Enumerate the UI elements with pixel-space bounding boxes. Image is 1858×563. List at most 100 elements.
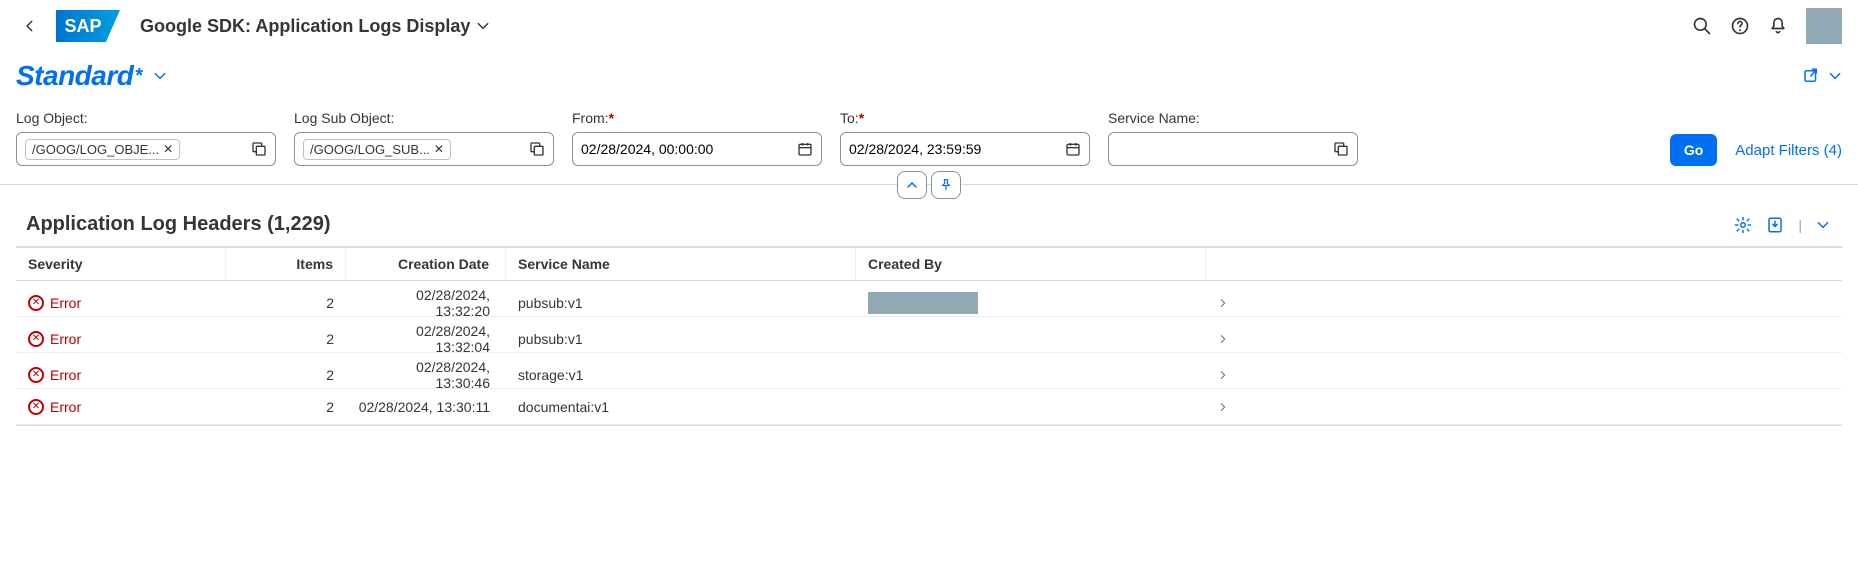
help-icon[interactable] [1730, 16, 1750, 36]
cell-service-name: documentai:v1 [506, 393, 856, 421]
back-button[interactable] [16, 12, 44, 40]
table-row[interactable]: ✕ Error 2 02/28/2024, 13:32:04 pubsub:v1 [16, 317, 1842, 353]
bell-icon[interactable] [1768, 16, 1788, 36]
error-icon: ✕ [28, 331, 44, 347]
adapt-filters-link[interactable]: Adapt Filters (4) [1735, 142, 1842, 159]
error-icon: ✕ [28, 399, 44, 415]
row-nav-button[interactable] [1206, 364, 1246, 386]
filter-log-sub-object: Log Sub Object: /GOOG/LOG_SUB... ✕ [294, 110, 554, 166]
collapse-controls [897, 171, 961, 199]
app-title[interactable]: Google SDK: Application Logs Display [140, 16, 490, 37]
cell-items: 2 [226, 289, 346, 317]
from-input[interactable] [572, 132, 822, 166]
filter-service-name-label: Service Name: [1108, 110, 1358, 126]
token-remove-icon[interactable]: ✕ [434, 142, 444, 156]
log-sub-object-token-text: /GOOG/LOG_SUB... [310, 142, 430, 157]
severity-text: Error [50, 331, 81, 347]
cell-service-name: storage:v1 [506, 361, 856, 389]
separator: | [1798, 217, 1802, 233]
chevron-down-icon [476, 19, 490, 33]
variant-modified-marker: * [135, 65, 143, 88]
from-text-input[interactable] [581, 141, 795, 157]
redacted-block [868, 292, 978, 314]
row-nav-button[interactable] [1206, 328, 1246, 350]
search-icon[interactable] [1692, 16, 1712, 36]
value-help-icon[interactable] [527, 141, 547, 157]
calendar-icon[interactable] [1063, 141, 1083, 157]
cell-creation-date: 02/28/2024, 13:30:11 [346, 393, 506, 421]
cell-created-by [856, 401, 1206, 413]
error-icon: ✕ [28, 367, 44, 383]
variant-actions [1802, 67, 1842, 85]
to-text-input[interactable] [849, 141, 1063, 157]
cell-created-by [856, 369, 1206, 381]
token-remove-icon[interactable]: ✕ [163, 142, 173, 156]
share-dropdown[interactable] [1828, 69, 1842, 83]
avatar[interactable] [1806, 8, 1842, 44]
chevron-right-icon [1218, 298, 1228, 308]
cell-severity: ✕ Error [16, 325, 226, 353]
col-header-service-name[interactable]: Service Name [506, 248, 856, 280]
go-button[interactable]: Go [1670, 134, 1717, 166]
app-title-text: Google SDK: Application Logs Display [140, 16, 470, 37]
table-row[interactable]: ✕ Error 2 02/28/2024, 13:30:11 documenta… [16, 389, 1842, 425]
severity-text: Error [50, 295, 81, 311]
share-icon[interactable] [1802, 67, 1820, 85]
pin-filter-button[interactable] [931, 171, 961, 199]
pin-icon [939, 178, 953, 192]
table-grid: Severity Items Creation Date Service Nam… [16, 246, 1842, 426]
log-object-input[interactable]: /GOOG/LOG_OBJE... ✕ [16, 132, 276, 166]
export-icon[interactable] [1766, 216, 1784, 234]
log-sub-object-text-input[interactable] [451, 141, 527, 157]
cell-created-by [856, 286, 1206, 320]
row-nav-button[interactable] [1206, 292, 1246, 314]
table-section: Application Log Headers (1,229) | Severi… [0, 185, 1858, 426]
col-header-severity[interactable]: Severity [16, 248, 226, 280]
table-row[interactable]: ✕ Error 2 02/28/2024, 13:30:46 storage:v… [16, 353, 1842, 389]
table-body: ✕ Error 2 02/28/2024, 13:32:20 pubsub:v1… [16, 281, 1842, 425]
expand-icon[interactable] [1816, 218, 1830, 232]
table-row[interactable]: ✕ Error 2 02/28/2024, 13:32:20 pubsub:v1 [16, 281, 1842, 317]
chevron-right-icon [1218, 402, 1228, 412]
col-header-created-by[interactable]: Created By [856, 248, 1206, 280]
shell-bar: SAP Google SDK: Application Logs Display [0, 0, 1858, 52]
value-help-icon[interactable] [249, 141, 269, 157]
variant-name[interactable]: Standard [16, 60, 133, 92]
filter-bar: Log Object: /GOOG/LOG_OBJE... ✕ Log Sub … [0, 104, 1858, 185]
row-nav-button[interactable] [1206, 396, 1246, 418]
log-sub-object-input[interactable]: /GOOG/LOG_SUB... ✕ [294, 132, 554, 166]
col-header-nav [1206, 256, 1246, 272]
chevron-left-icon [23, 19, 37, 33]
filter-service-name: Service Name: [1108, 110, 1358, 166]
chevron-up-icon [906, 179, 918, 191]
table-head-row: Severity Items Creation Date Service Nam… [16, 247, 1842, 281]
col-header-items[interactable]: Items [226, 248, 346, 280]
filter-log-sub-object-label: Log Sub Object: [294, 110, 554, 126]
severity-text: Error [50, 367, 81, 383]
variant-dropdown[interactable] [153, 69, 167, 83]
to-input[interactable] [840, 132, 1090, 166]
table-title: Application Log Headers (1,229) [26, 213, 331, 236]
collapse-filter-button[interactable] [897, 171, 927, 199]
value-help-icon[interactable] [1331, 141, 1351, 157]
service-name-input[interactable] [1108, 132, 1358, 166]
cell-service-name: pubsub:v1 [506, 289, 856, 317]
cell-items: 2 [226, 361, 346, 389]
filter-to: To:* [840, 110, 1090, 166]
gear-icon[interactable] [1734, 216, 1752, 234]
shell-left: SAP Google SDK: Application Logs Display [16, 10, 490, 42]
log-object-text-input[interactable] [180, 141, 249, 157]
log-object-token-text: /GOOG/LOG_OBJE... [32, 142, 159, 157]
cell-severity: ✕ Error [16, 393, 226, 421]
col-header-creation-date[interactable]: Creation Date [346, 248, 506, 280]
log-sub-object-token[interactable]: /GOOG/LOG_SUB... ✕ [303, 139, 451, 160]
table-header: Application Log Headers (1,229) | [16, 207, 1842, 246]
filter-to-label: To:* [840, 110, 1090, 126]
cell-service-name: pubsub:v1 [506, 325, 856, 353]
chevron-down-icon [1828, 69, 1842, 83]
log-object-token[interactable]: /GOOG/LOG_OBJE... ✕ [25, 139, 180, 160]
cell-creation-date: 02/28/2024, 13:30:46 [346, 353, 506, 397]
service-name-text-input[interactable] [1117, 141, 1331, 157]
filter-from-label: From:* [572, 110, 822, 126]
calendar-icon[interactable] [795, 141, 815, 157]
